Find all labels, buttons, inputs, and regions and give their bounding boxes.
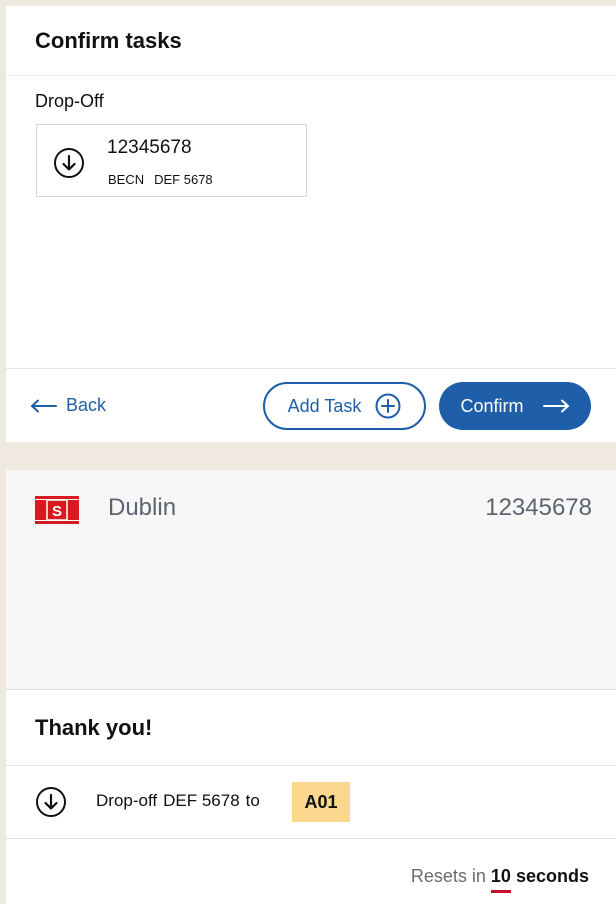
kiosk-id: 12345678 (485, 494, 592, 521)
confirm-label: Confirm (460, 395, 524, 416)
thank-you-title: Thank you! (35, 715, 153, 740)
result-connector: to (245, 791, 260, 810)
arrow-left-icon (31, 399, 57, 412)
brand-letter: S (52, 503, 62, 520)
add-task-label: Add Task (287, 395, 362, 416)
back-link[interactable]: Back (30, 395, 106, 416)
confirm-header: Confirm tasks (6, 6, 616, 76)
result-row: Drop-off DEF 5678 to A01 (6, 766, 616, 838)
task-id: 12345678 (107, 137, 192, 158)
slot-badge: A01 (292, 782, 350, 822)
kiosk-location: Dublin (108, 494, 177, 521)
confirm-button[interactable]: Confirm (439, 382, 591, 430)
kiosk-header: S Dublin 12345678 (6, 470, 616, 540)
result-text: Drop-off DEF 5678 to (96, 791, 260, 811)
back-label: Back (66, 395, 107, 415)
task-plate: DEF 5678 (154, 172, 213, 187)
confirm-tasks-panel: Confirm tasks Drop-Off 12345678 BECN DEF … (6, 6, 616, 442)
add-task-button[interactable]: Add Task (263, 382, 426, 430)
task-terminal: BECN (108, 172, 145, 187)
arrow-right-icon (542, 399, 569, 413)
arrow-down-circle-icon (54, 148, 84, 178)
reset-countdown: Resets in 10 seconds (410, 866, 589, 893)
countdown-value: 10 seconds (490, 866, 589, 893)
thank-you-box: Thank you! Drop-off DEF 5678 to A01 Rese… (6, 689, 616, 904)
plus-circle-icon (375, 393, 401, 419)
page-title: Confirm tasks (35, 27, 182, 53)
brand-flag-icon: S (35, 496, 79, 524)
thank-you-panel: S Dublin 12345678 Thank you! Drop-off DE… (6, 470, 616, 904)
result-action: Drop-off (96, 791, 158, 810)
task-details: BECN DEF 5678 (108, 172, 213, 187)
reset-prefix: Resets in (410, 866, 486, 886)
section-label-drop-off: Drop-Off (35, 91, 104, 111)
result-plate: DEF 5678 (163, 791, 240, 810)
divider (6, 838, 616, 839)
arrow-down-circle-icon (36, 787, 66, 817)
countdown-number: 10 (490, 866, 511, 893)
confirm-footer: Back Add Task Confirm (6, 368, 616, 442)
task-card[interactable]: 12345678 BECN DEF 5678 (36, 124, 307, 197)
countdown-unit: seconds (515, 866, 589, 886)
